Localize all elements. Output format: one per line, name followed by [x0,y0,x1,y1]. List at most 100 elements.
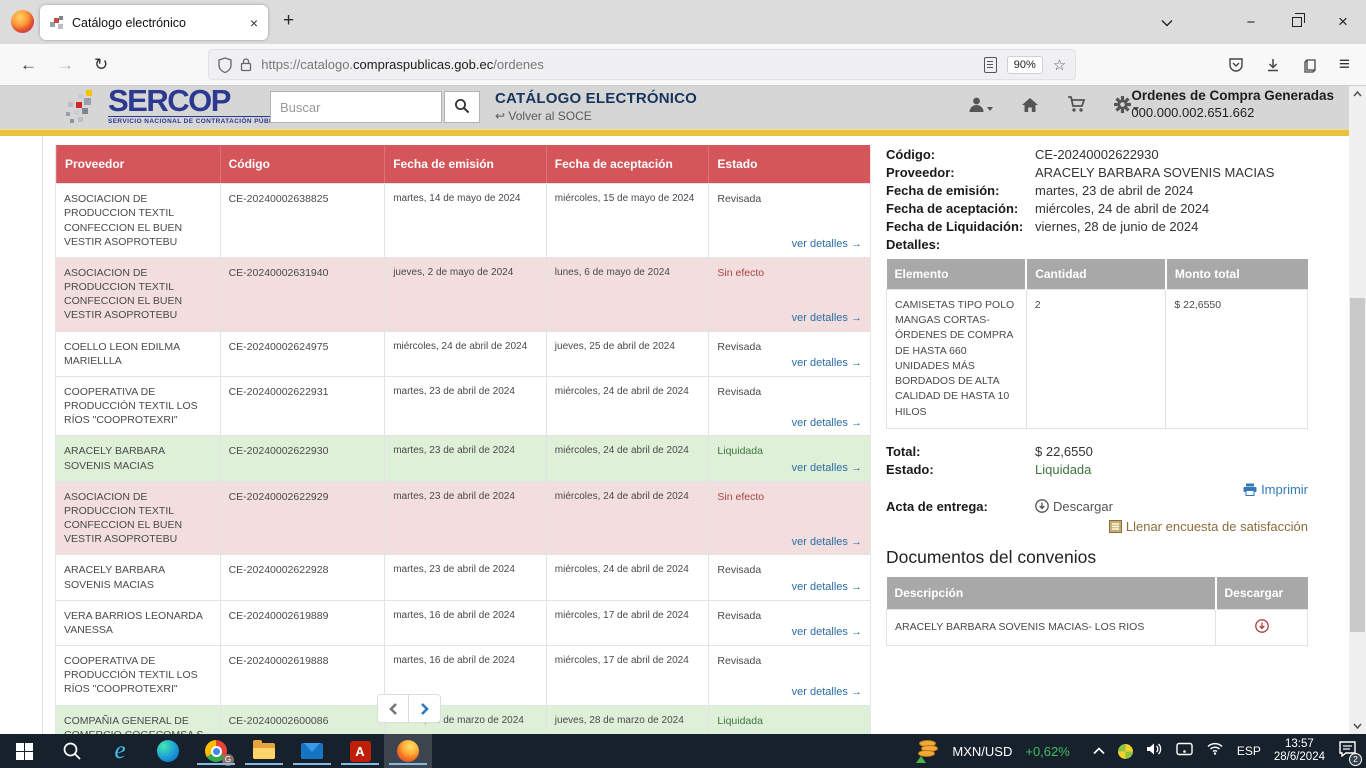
cart-button[interactable] [1067,96,1086,118]
home-button[interactable] [1021,97,1039,118]
url-bar[interactable]: https://catalogo.compraspublicas.gob.ec/… [208,49,1076,80]
tray-expand-button[interactable] [1093,742,1105,760]
arrow-right-icon: → [851,462,862,474]
proveedor: ASOCIACION DE PRODUCCION TEXTIL CONFECCI… [64,491,182,546]
tab-list-chevron-icon[interactable] [1144,14,1190,31]
estado: Liquidada [717,445,763,457]
notification-center-button[interactable]: 2 [1338,741,1357,762]
arrow-right-icon: → [851,626,862,638]
reload-icon[interactable]: ↻ [94,55,108,75]
edge-icon [157,740,179,762]
mail-button[interactable] [288,734,336,768]
back-icon[interactable]: ← [20,55,37,75]
browser-tab[interactable]: Catálogo electrónico × [40,5,268,40]
search-icon [454,98,470,114]
fecha-emision: martes, 23 de abril de 2024 [384,436,546,480]
menu-icon[interactable]: ≡ [1339,54,1350,76]
next-page-button[interactable] [409,694,441,723]
ticker-pair[interactable]: MXN/USD [952,744,1012,759]
fecha-emision: martes, 23 de abril de 2024 [384,377,546,436]
orders-generated-label: Ordenes de Compra Generadas [1131,88,1334,103]
ver-detalles-link[interactable]: ver detalles → [792,237,862,252]
imprimir-link[interactable]: Imprimir [886,482,1308,497]
restore-icon [1292,17,1302,27]
forward-icon[interactable]: → [57,55,74,75]
clock[interactable]: 13:57 28/6/2024 [1274,738,1325,764]
chrome-button[interactable]: G [192,734,240,768]
descargar-acta-link[interactable]: Descargar [1035,498,1308,516]
close-button[interactable]: × [1320,12,1366,32]
account-icon[interactable] [1302,57,1318,73]
internet-explorer-button[interactable]: e [96,734,144,768]
doc-download-button[interactable] [1216,609,1308,645]
new-tab-button[interactable]: + [283,10,294,32]
table-row: ASOCIACION DE PRODUCCION TEXTIL CONFECCI… [56,183,870,257]
total-label: Total: [886,443,1035,461]
fecha-aceptacion: miércoles, 17 de abril de 2024 [546,601,709,645]
estado: Revisada [717,386,761,398]
user-menu-button[interactable] [968,96,993,118]
elemento-value: CAMISETAS TIPO POLO MANGAS CORTAS- ÓRDEN… [887,290,1027,429]
display-cast-button[interactable] [1176,742,1193,761]
volver-al-soce-link[interactable]: ↩ Volver al SOCE [495,109,697,123]
start-button[interactable] [0,734,48,768]
ver-detalles-link[interactable]: ver detalles → [792,356,862,371]
previous-page-button[interactable] [377,694,409,723]
scroll-down-icon[interactable] [1349,718,1366,734]
estado: Sin efecto [717,491,764,503]
ver-detalles-link[interactable]: ver detalles → [792,311,862,326]
docs-section-title: Documentos del convenios [886,547,1308,568]
sercop-logo[interactable]: SERCOP SERVICIO NACIONAL DE CONTRATACIÓN… [108,86,286,125]
firefox-button[interactable] [384,734,432,768]
codigo: CE-20240002622931 [220,377,385,436]
antivirus-tray-icon[interactable] [1118,744,1133,759]
firefox-icon [397,740,419,762]
system-tray: MXN/USD +0,62% ESP 13:57 28/6/2024 [915,734,1366,768]
ver-detalles-link[interactable]: ver detalles → [792,416,862,431]
network-button[interactable] [1206,742,1224,760]
zoom-level-indicator[interactable]: 90% [1007,56,1043,74]
volume-button[interactable] [1146,742,1163,761]
tab-close-icon[interactable]: × [244,15,258,31]
reader-mode-icon[interactable] [984,57,997,73]
acrobat-button[interactable]: A [336,734,384,768]
search-button[interactable] [444,91,480,123]
file-explorer-button[interactable] [240,734,288,768]
bookmark-star-icon[interactable]: ☆ [1053,56,1066,74]
firefox-logo-icon[interactable] [11,10,34,33]
encuesta-link[interactable]: Llenar encuesta de satisfacción [886,519,1308,534]
browser-titlebar: Catálogo electrónico × + − × [0,0,1366,44]
downloads-icon[interactable] [1265,57,1281,73]
taskbar-search-button[interactable] [48,734,96,768]
language-indicator[interactable]: ESP [1237,744,1261,758]
tab-title: Catálogo electrónico [72,16,244,30]
scroll-up-icon[interactable] [1349,86,1366,102]
ver-detalles-link[interactable]: ver detalles → [792,685,862,700]
sercop-logo-text: SERCOP [108,86,286,116]
restore-button[interactable] [1274,14,1320,31]
pocket-icon[interactable] [1228,57,1244,73]
order-items-table: Elemento Cantidad Monto total CAMISETAS … [886,259,1308,429]
table-row: ASOCIACION DE PRODUCCION TEXTIL CONFECCI… [56,481,870,555]
chevron-left-icon [389,703,398,715]
cantidad-value: 2 [1026,290,1166,429]
ver-detalles-link[interactable]: ver detalles → [792,461,862,476]
arrow-right-icon: → [851,686,862,698]
sercop-logo-mosaic-icon [64,90,104,126]
search-input[interactable] [270,91,442,123]
scrollbar-thumb[interactable] [1350,298,1365,632]
emision-value: martes, 23 de abril de 2024 [1035,182,1308,200]
aceptacion-label: Fecha de aceptación: [886,200,1035,218]
liquidacion-label: Fecha de Liquidación: [886,218,1035,236]
ver-detalles-link[interactable]: ver detalles → [792,580,862,595]
edge-button[interactable] [144,734,192,768]
page-scrollbar[interactable] [1349,86,1366,734]
ver-detalles-link[interactable]: ver detalles → [792,535,862,550]
search-icon [62,741,82,761]
minimize-button[interactable]: − [1228,14,1274,31]
fecha-emision: martes, 23 de abril de 2024 [384,555,546,599]
currency-ticker-icon[interactable] [915,740,939,762]
ver-detalles-link[interactable]: ver detalles → [792,625,862,640]
fecha-emision: martes, 14 de mayo de 2024 [384,184,546,257]
estado: Sin efecto [717,267,764,279]
